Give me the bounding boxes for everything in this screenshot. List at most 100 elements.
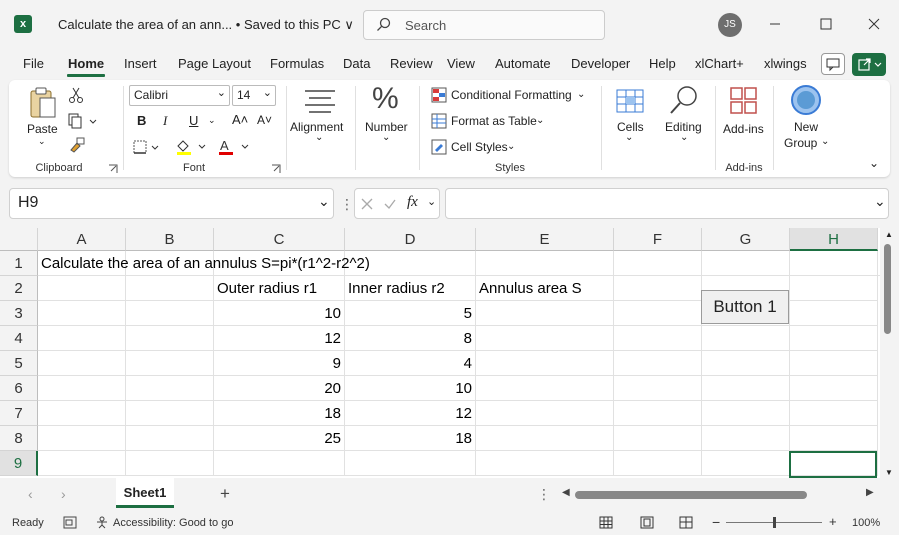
column-header[interactable]: D — [345, 228, 476, 251]
percent-icon[interactable]: % — [372, 82, 399, 116]
horizontal-scroll-thumb[interactable] — [575, 491, 807, 499]
add-ins-button[interactable]: Add-ins — [723, 122, 764, 136]
grid-cell[interactable] — [126, 301, 214, 326]
grid-cell[interactable] — [702, 401, 790, 426]
select-all-corner[interactable] — [0, 228, 38, 251]
grid-cell[interactable] — [476, 376, 614, 401]
more-options-icon[interactable]: ⋮ — [537, 486, 551, 503]
cell-d8[interactable]: 18 — [345, 426, 476, 451]
maximize-icon[interactable] — [816, 14, 836, 34]
macro-record-icon[interactable] — [63, 516, 77, 529]
cell-c3[interactable]: 10 — [214, 301, 345, 326]
name-box[interactable]: H9 ⌄ — [9, 188, 334, 219]
collapse-ribbon-icon[interactable]: ⌄ — [869, 156, 879, 170]
cell-d4[interactable]: 8 — [345, 326, 476, 351]
cut-icon[interactable] — [68, 86, 84, 104]
conditional-formatting-icon[interactable] — [431, 87, 447, 103]
document-title[interactable]: Calculate the area of an ann... • Saved … — [58, 17, 354, 33]
fill-color-icon[interactable] — [175, 138, 207, 156]
row-header[interactable]: 8 — [0, 426, 38, 451]
next-sheet-icon[interactable]: › — [61, 486, 66, 502]
chevron-down-icon[interactable]: ⌄ — [315, 132, 323, 143]
cell-c2[interactable]: Outer radius r1 — [214, 276, 345, 301]
sheet-tab-sheet1[interactable]: Sheet1 — [116, 478, 174, 508]
font-name-select[interactable]: Calibri ⌄ — [129, 85, 230, 106]
grid-cell[interactable] — [126, 326, 214, 351]
column-header[interactable]: B — [126, 228, 214, 251]
tab-file[interactable]: File — [23, 56, 44, 71]
cell-d6[interactable]: 10 — [345, 376, 476, 401]
grid-cell[interactable] — [38, 276, 126, 301]
grid-cell[interactable] — [126, 351, 214, 376]
row-header[interactable]: 2 — [0, 276, 38, 301]
grid-cell[interactable] — [38, 376, 126, 401]
zoom-level[interactable]: 100% — [852, 517, 880, 529]
prev-sheet-icon[interactable]: ‹ — [28, 486, 33, 502]
grid-cell[interactable] — [614, 326, 702, 351]
cancel-icon[interactable] — [360, 197, 374, 211]
tab-review[interactable]: Review — [390, 56, 433, 71]
row-header[interactable]: 1 — [0, 251, 38, 276]
cell-e2[interactable]: Annulus area S — [476, 276, 614, 301]
grid-cell[interactable] — [702, 326, 790, 351]
grid-cell[interactable] — [38, 351, 126, 376]
new-group-line1[interactable]: New — [794, 120, 818, 134]
chevron-down-icon[interactable]: ⌄ — [507, 141, 515, 152]
cell-d2[interactable]: Inner radius r2 — [345, 276, 476, 301]
grid-cell[interactable] — [126, 376, 214, 401]
grid-cell[interactable] — [614, 376, 702, 401]
grid-cell[interactable] — [790, 326, 878, 351]
decrease-font-size-icon[interactable]: A˅ — [257, 113, 272, 127]
bold-button[interactable]: B — [137, 113, 146, 128]
grid-cell[interactable] — [214, 451, 345, 476]
increase-font-size-icon[interactable]: A˄ — [232, 112, 248, 127]
scroll-thumb[interactable] — [884, 244, 891, 334]
column-header[interactable]: G — [702, 228, 790, 251]
tab-view[interactable]: View — [447, 56, 475, 71]
column-header[interactable]: E — [476, 228, 614, 251]
borders-icon[interactable] — [133, 140, 159, 156]
tab-help[interactable]: Help — [649, 56, 676, 71]
cells-icon[interactable] — [615, 85, 645, 115]
underline-dropdown-icon[interactable]: ⌄ — [208, 115, 216, 126]
cell-c8[interactable]: 25 — [214, 426, 345, 451]
paste-label[interactable]: Paste — [27, 122, 58, 136]
magnifier-icon[interactable] — [669, 85, 699, 117]
column-header[interactable]: F — [614, 228, 702, 251]
minimize-icon[interactable] — [765, 14, 785, 34]
grid-cell[interactable] — [702, 376, 790, 401]
chevron-down-icon[interactable]: ⌄ — [577, 89, 585, 100]
italic-button[interactable]: I — [163, 113, 167, 129]
tab-xlchart[interactable]: xlChart+ — [695, 56, 744, 71]
cell-d3[interactable]: 5 — [345, 301, 476, 326]
grid-cell[interactable] — [126, 276, 214, 301]
cell-c7[interactable]: 18 — [214, 401, 345, 426]
tab-xlwings[interactable]: xlwings — [764, 56, 807, 71]
row-header[interactable]: 3 — [0, 301, 38, 326]
tab-automate[interactable]: Automate — [495, 56, 551, 71]
font-color-icon[interactable]: A — [218, 138, 250, 156]
grid-cell[interactable] — [126, 451, 214, 476]
grid-cell[interactable] — [614, 276, 702, 301]
grid-cell[interactable] — [790, 401, 878, 426]
grid-cell[interactable] — [38, 326, 126, 351]
vertical-scrollbar[interactable]: ▲ ▼ — [880, 228, 899, 478]
font-size-select[interactable]: 14 ⌄ — [232, 85, 276, 106]
grid-cell[interactable] — [476, 326, 614, 351]
cell-d5[interactable]: 4 — [345, 351, 476, 376]
zoom-in-icon[interactable]: + — [829, 514, 837, 529]
cell-c5[interactable]: 9 — [214, 351, 345, 376]
close-icon[interactable] — [864, 14, 884, 34]
grid-cell[interactable] — [790, 376, 878, 401]
accessibility-icon[interactable] — [95, 516, 109, 529]
share-button[interactable] — [852, 53, 886, 76]
chevron-down-icon[interactable]: ⌄ — [382, 132, 390, 143]
accessibility-status[interactable]: Accessibility: Good to go — [113, 517, 233, 529]
grid-cell[interactable] — [614, 426, 702, 451]
format-painter-icon[interactable] — [68, 137, 86, 153]
grid-cell[interactable] — [476, 301, 614, 326]
enter-icon[interactable] — [383, 197, 397, 211]
grid-cell[interactable] — [345, 451, 476, 476]
chevron-down-icon[interactable]: ⌄ — [821, 136, 829, 147]
grid-cell[interactable] — [790, 426, 878, 451]
